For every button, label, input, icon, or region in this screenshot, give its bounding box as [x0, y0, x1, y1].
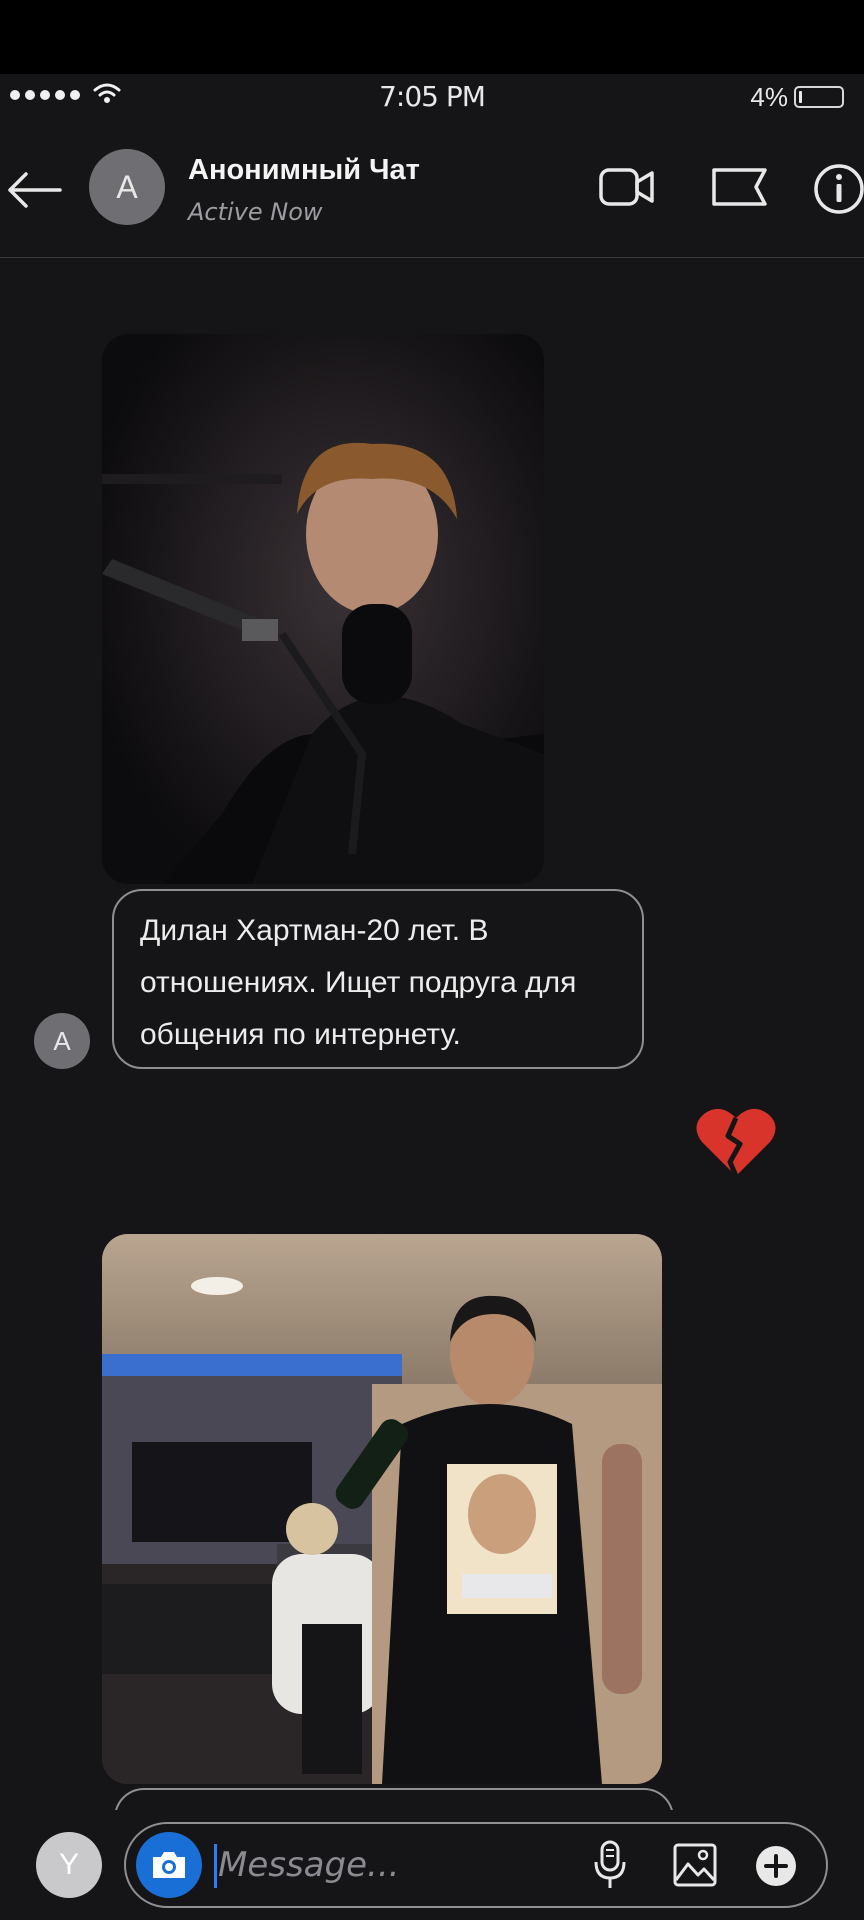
message-composer: Y — [0, 1810, 864, 1920]
status-bar: 7:05 PM 4% — [0, 74, 864, 124]
arrow-left-icon — [8, 172, 62, 208]
video-call-button[interactable] — [598, 162, 656, 212]
status-time: 7:05 PM — [379, 80, 486, 113]
chat-status: Active Now — [188, 198, 323, 226]
voice-message-button[interactable] — [592, 1838, 628, 1892]
photo-recording-studio — [102, 1234, 662, 1784]
top-black-bar — [0, 0, 864, 74]
message-input-container — [124, 1822, 828, 1908]
broken-heart-icon — [696, 1108, 776, 1177]
microphone-icon — [594, 1840, 626, 1888]
photo-studio-portrait — [102, 334, 544, 884]
camera-button[interactable] — [136, 1832, 202, 1898]
flag-icon — [712, 168, 767, 206]
gallery-button[interactable] — [672, 1842, 718, 1888]
message-input[interactable] — [218, 1840, 578, 1890]
chat-header: A Анонимный Чат Active Now — [0, 124, 864, 258]
info-button[interactable] — [812, 162, 864, 216]
my-avatar[interactable]: Y — [36, 1832, 102, 1898]
report-button[interactable] — [710, 162, 770, 212]
text-caret — [214, 1844, 217, 1888]
broken-heart-reaction — [694, 1104, 778, 1199]
photo-message-studio-portrait[interactable] — [102, 334, 544, 884]
chat-avatar[interactable]: A — [89, 149, 165, 225]
battery-percentage: 4% — [750, 82, 788, 112]
camera-icon — [153, 1852, 185, 1878]
message-bubble-text: Дилан Хартман-20 лет. В отношениях. Ищет… — [112, 889, 644, 1069]
plus-icon — [756, 1846, 796, 1886]
sender-avatar[interactable]: A — [34, 1013, 90, 1069]
battery-icon — [794, 86, 844, 108]
back-button[interactable] — [2, 162, 66, 218]
image-icon — [673, 1843, 717, 1887]
add-button[interactable] — [754, 1844, 798, 1888]
info-icon — [814, 164, 864, 214]
video-camera-icon — [599, 168, 654, 206]
chat-title[interactable]: Анонимный Чат — [188, 154, 420, 187]
photo-message-recording-studio[interactable] — [102, 1234, 662, 1784]
